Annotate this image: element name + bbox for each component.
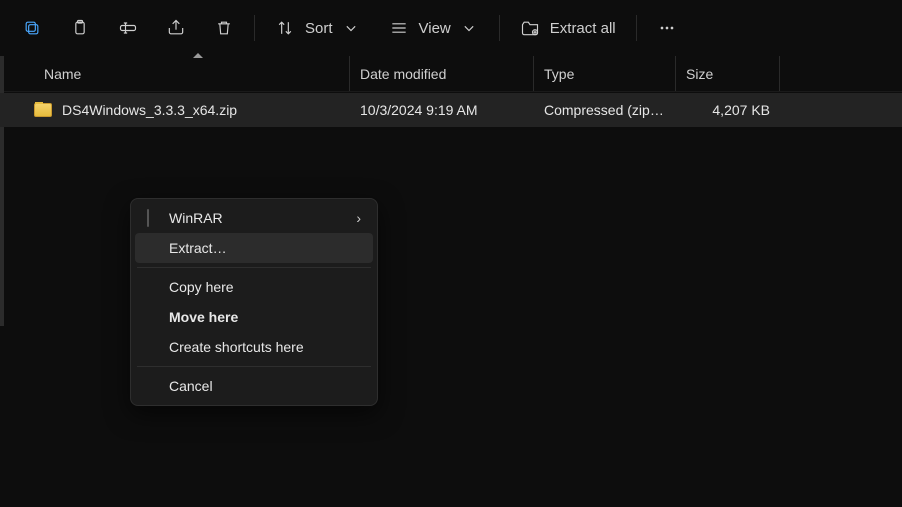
- chevron-down-icon: [459, 18, 479, 38]
- column-header-name-label: Name: [44, 66, 81, 82]
- view-label: View: [419, 20, 451, 37]
- menu-item-create-shortcuts[interactable]: Create shortcuts here: [135, 332, 373, 362]
- extract-all-button[interactable]: Extract all: [506, 8, 630, 48]
- column-header-type-label: Type: [544, 66, 574, 82]
- copy-icon: [22, 18, 42, 38]
- paste-button[interactable]: [56, 8, 104, 48]
- sort-ascending-icon: [193, 53, 203, 58]
- toolbar-separator: [636, 15, 637, 41]
- menu-item-copy-here[interactable]: Copy here: [135, 272, 373, 302]
- menu-item-extract[interactable]: Extract…: [135, 233, 373, 263]
- menu-item-extract-label: Extract…: [169, 240, 361, 256]
- menu-item-move-here-label: Move here: [169, 309, 361, 325]
- more-icon: [657, 18, 677, 38]
- view-button[interactable]: View: [375, 8, 493, 48]
- menu-item-cancel[interactable]: Cancel: [135, 371, 373, 401]
- menu-item-winrar[interactable]: WinRAR ›: [135, 203, 373, 233]
- view-icon: [389, 18, 409, 38]
- column-header-size[interactable]: Size: [676, 56, 780, 91]
- toolbar-separator: [499, 15, 500, 41]
- column-header-date-label: Date modified: [360, 66, 446, 82]
- toolbar-separator: [254, 15, 255, 41]
- file-type: Compressed (zipp…: [534, 102, 676, 118]
- menu-separator: [137, 267, 371, 268]
- sort-label: Sort: [305, 20, 333, 37]
- file-size: 4,207 KB: [676, 102, 780, 118]
- winrar-icon: [147, 209, 149, 227]
- column-header-type[interactable]: Type: [534, 56, 676, 91]
- chevron-right-icon: ›: [356, 210, 361, 226]
- menu-item-cancel-label: Cancel: [169, 378, 361, 394]
- zip-folder-icon: [34, 103, 52, 117]
- delete-icon: [214, 18, 234, 38]
- menu-separator: [137, 366, 371, 367]
- copy-button[interactable]: [8, 8, 56, 48]
- sort-icon: [275, 18, 295, 38]
- file-row[interactable]: DS4Windows_3.3.3_x64.zip 10/3/2024 9:19 …: [0, 93, 902, 127]
- context-menu: WinRAR › Extract… Copy here Move here Cr…: [130, 198, 378, 406]
- column-header-date[interactable]: Date modified: [350, 56, 534, 91]
- file-name: DS4Windows_3.3.3_x64.zip: [62, 102, 237, 118]
- file-date: 10/3/2024 9:19 AM: [350, 102, 534, 118]
- rename-icon: [118, 18, 138, 38]
- menu-item-copy-here-label: Copy here: [169, 279, 361, 295]
- chevron-down-icon: [341, 18, 361, 38]
- menu-item-create-shortcuts-label: Create shortcuts here: [169, 339, 361, 355]
- toolbar: Sort View Extract all: [0, 0, 902, 56]
- extract-icon: [520, 18, 540, 38]
- share-icon: [166, 18, 186, 38]
- rename-button[interactable]: [104, 8, 152, 48]
- delete-button[interactable]: [200, 8, 248, 48]
- column-header-row: Name Date modified Type Size: [0, 56, 902, 92]
- sort-button[interactable]: Sort: [261, 8, 375, 48]
- column-header-name[interactable]: Name: [0, 56, 350, 91]
- more-options-button[interactable]: [643, 8, 691, 48]
- share-button[interactable]: [152, 8, 200, 48]
- extract-all-label: Extract all: [550, 20, 616, 37]
- file-list: DS4Windows_3.3.3_x64.zip 10/3/2024 9:19 …: [0, 93, 902, 127]
- paste-icon: [70, 18, 90, 38]
- menu-item-move-here[interactable]: Move here: [135, 302, 373, 332]
- column-header-size-label: Size: [686, 66, 713, 82]
- menu-item-winrar-label: WinRAR: [169, 210, 356, 226]
